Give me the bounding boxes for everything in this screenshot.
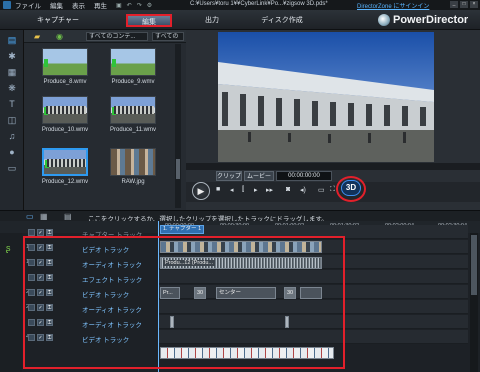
library-thumbnail[interactable] — [110, 96, 156, 124]
fullscreen-icon[interactable]: ⛶ — [330, 186, 335, 194]
voice-over-icon[interactable]: ● — [4, 146, 20, 158]
download-media-icon[interactable]: ◉ — [56, 32, 63, 41]
chapter-marker[interactable]: 1. チャプター 1 — [160, 225, 204, 234]
library-item-name: Produce_8.wmv — [43, 79, 87, 85]
settings-icon[interactable]: ⚙ — [147, 2, 152, 9]
import-folder-icon[interactable]: ▰ — [34, 32, 40, 41]
clip-mode-button[interactable]: クリップ — [216, 171, 242, 181]
timeline-scrollbar[interactable] — [470, 233, 478, 372]
sort-dropdown[interactable]: すべての — [152, 32, 184, 41]
library-thumbnail[interactable] — [110, 148, 156, 176]
timeline-sidebar: ◎ ʂ — [0, 221, 22, 372]
library-toolbar: ▰ ◉ すべてのコンテ... すべての — [24, 30, 186, 43]
next-frame-icon[interactable]: ▸ — [254, 186, 258, 194]
track-highlight-box — [23, 236, 345, 369]
in-use-marker — [44, 59, 48, 67]
content-filter-dropdown[interactable]: すべてのコンテ... — [86, 32, 148, 41]
lock-icon[interactable]: ⚿ — [46, 229, 53, 236]
menu-file[interactable]: ファイル — [15, 0, 41, 10]
tab-capture[interactable]: キャプチャー — [34, 14, 82, 27]
library-thumbnail[interactable] — [42, 148, 88, 176]
effect-room-icon[interactable]: ✱ — [4, 50, 20, 62]
undo-icon[interactable]: ↶ — [127, 2, 132, 9]
library-item-name: RAW.jpg — [121, 179, 145, 185]
timeline-hint-bar: ▭ ▦ ▤ ここをクリックするか、選択したクリップを選択したトラックにドラッグし… — [0, 210, 480, 223]
movie-mode-button[interactable]: ムービー — [244, 171, 274, 181]
3d-highlight-circle — [336, 176, 366, 202]
tab-produce[interactable]: 出力 — [192, 14, 232, 27]
chapter-room-icon[interactable]: ▭ — [4, 162, 20, 174]
enable-checkbox[interactable]: ✓ — [37, 229, 44, 236]
library-item[interactable]: Produce_8.wmv — [38, 48, 92, 85]
particle-room-icon[interactable]: ❋ — [4, 82, 20, 94]
track-controls: ✓ ⚿ — [28, 229, 53, 236]
media-library: ▰ ◉ すべてのコンテ... すべての Produce_8.wmv Produce… — [24, 30, 186, 210]
tab-edit[interactable]: 編集 — [126, 14, 172, 27]
library-item-name: Produce_11.wmv — [110, 127, 156, 133]
library-thumbnail[interactable] — [42, 96, 88, 124]
redo-icon[interactable]: ↷ — [137, 2, 142, 9]
library-scroll-thumb[interactable] — [176, 159, 180, 179]
preview-image — [218, 32, 434, 162]
timeline-view-icon[interactable]: ▭ — [26, 212, 34, 221]
minimize-icon[interactable]: _ — [450, 1, 458, 8]
library-thumbnail[interactable] — [42, 48, 88, 76]
fit-timeline-icon[interactable]: ▤ — [64, 212, 72, 221]
snapshot-icon[interactable]: ◙ — [286, 186, 290, 193]
split-icon[interactable]: ⫿ — [242, 186, 244, 194]
library-scrollbar[interactable] — [175, 44, 181, 208]
document-title: C:¥Users¥toru 1¥¥CyberLink¥Po...¥zigsow … — [190, 1, 328, 7]
save-icon[interactable]: ▣ — [116, 2, 122, 9]
in-use-marker — [112, 107, 116, 115]
title-room-icon[interactable]: T — [4, 98, 20, 110]
menu-edit[interactable]: 編集 — [50, 0, 63, 10]
app-icon — [3, 1, 11, 9]
preview-time-slider[interactable] — [186, 163, 480, 170]
tab-create-disc[interactable]: ディスク作成 — [252, 14, 312, 27]
room-tool-strip: ▤ ✱ ▦ ❋ T ◫ ♫ ● ▭ — [0, 30, 24, 210]
stop-icon[interactable]: ■ — [216, 186, 220, 193]
library-item[interactable]: Produce_9.wmv — [106, 48, 160, 85]
mode-tabs: キャプチャー 編集 出力 ディスク作成 PowerDirector — [0, 10, 480, 30]
directorzone-signin-link[interactable]: DirectorZone にサインイン — [357, 1, 429, 10]
library-item[interactable]: RAW.jpg — [106, 148, 160, 185]
play-button[interactable]: ▶ — [192, 182, 210, 200]
close-icon[interactable]: × — [470, 1, 478, 8]
transition-room-icon[interactable]: ◫ — [4, 114, 20, 126]
menu-play[interactable]: 再生 — [94, 0, 107, 10]
in-use-marker — [112, 59, 116, 67]
library-item-name: Produce_10.wmv — [41, 127, 89, 133]
menu-view[interactable]: 表示 — [72, 0, 85, 10]
library-item[interactable]: Produce_11.wmv — [106, 96, 160, 133]
library-thumbnail[interactable] — [110, 48, 156, 76]
preview-window: クリップ ムービー 00:00:00:00 ▶ ■ ◂ ⫿ ▸ ▸▸ ◙ ◂) … — [186, 30, 480, 210]
magic-tools-icon[interactable]: ʂ — [6, 243, 11, 253]
maximize-icon[interactable]: □ — [460, 1, 468, 8]
pip-room-icon[interactable]: ▦ — [4, 66, 20, 78]
previous-frame-icon[interactable]: ◂ — [230, 186, 234, 194]
library-item-name: Produce_9.wmv — [111, 79, 155, 85]
playback-controls: ▶ ■ ◂ ⫿ ▸ ▸▸ ◙ ◂) ▭ ⛶ 3D — [186, 176, 480, 202]
timecode-display[interactable]: 00:00:00:00 — [276, 171, 332, 181]
window-controls: _ □ × — [450, 1, 478, 8]
timeline-scroll-thumb[interactable] — [471, 235, 477, 295]
volume-icon[interactable]: ◂) — [300, 186, 306, 194]
in-use-marker — [45, 160, 49, 168]
storyboard-view-icon[interactable]: ▦ — [40, 212, 48, 221]
library-item-name: Produce_12.wmv — [41, 179, 89, 185]
media-room-icon[interactable]: ▤ — [4, 34, 20, 46]
menu-bar: ファイル 編集 表示 再生 ▣ ↶ ↷ ⚙ C:¥Users¥toru 1¥¥C… — [0, 0, 480, 10]
logo-text: PowerDirector — [393, 14, 469, 26]
logo-icon — [378, 14, 390, 26]
fast-forward-icon[interactable]: ▸▸ — [266, 186, 273, 194]
library-item[interactable]: Produce_12.wmv — [38, 148, 92, 185]
app-logo: PowerDirector — [378, 14, 468, 26]
track-type-icon[interactable] — [28, 229, 35, 236]
in-use-marker — [44, 107, 48, 115]
audio-mixing-icon[interactable]: ♫ — [4, 130, 20, 142]
library-item[interactable]: Produce_10.wmv — [38, 96, 92, 133]
undock-icon[interactable]: ▭ — [318, 186, 325, 194]
